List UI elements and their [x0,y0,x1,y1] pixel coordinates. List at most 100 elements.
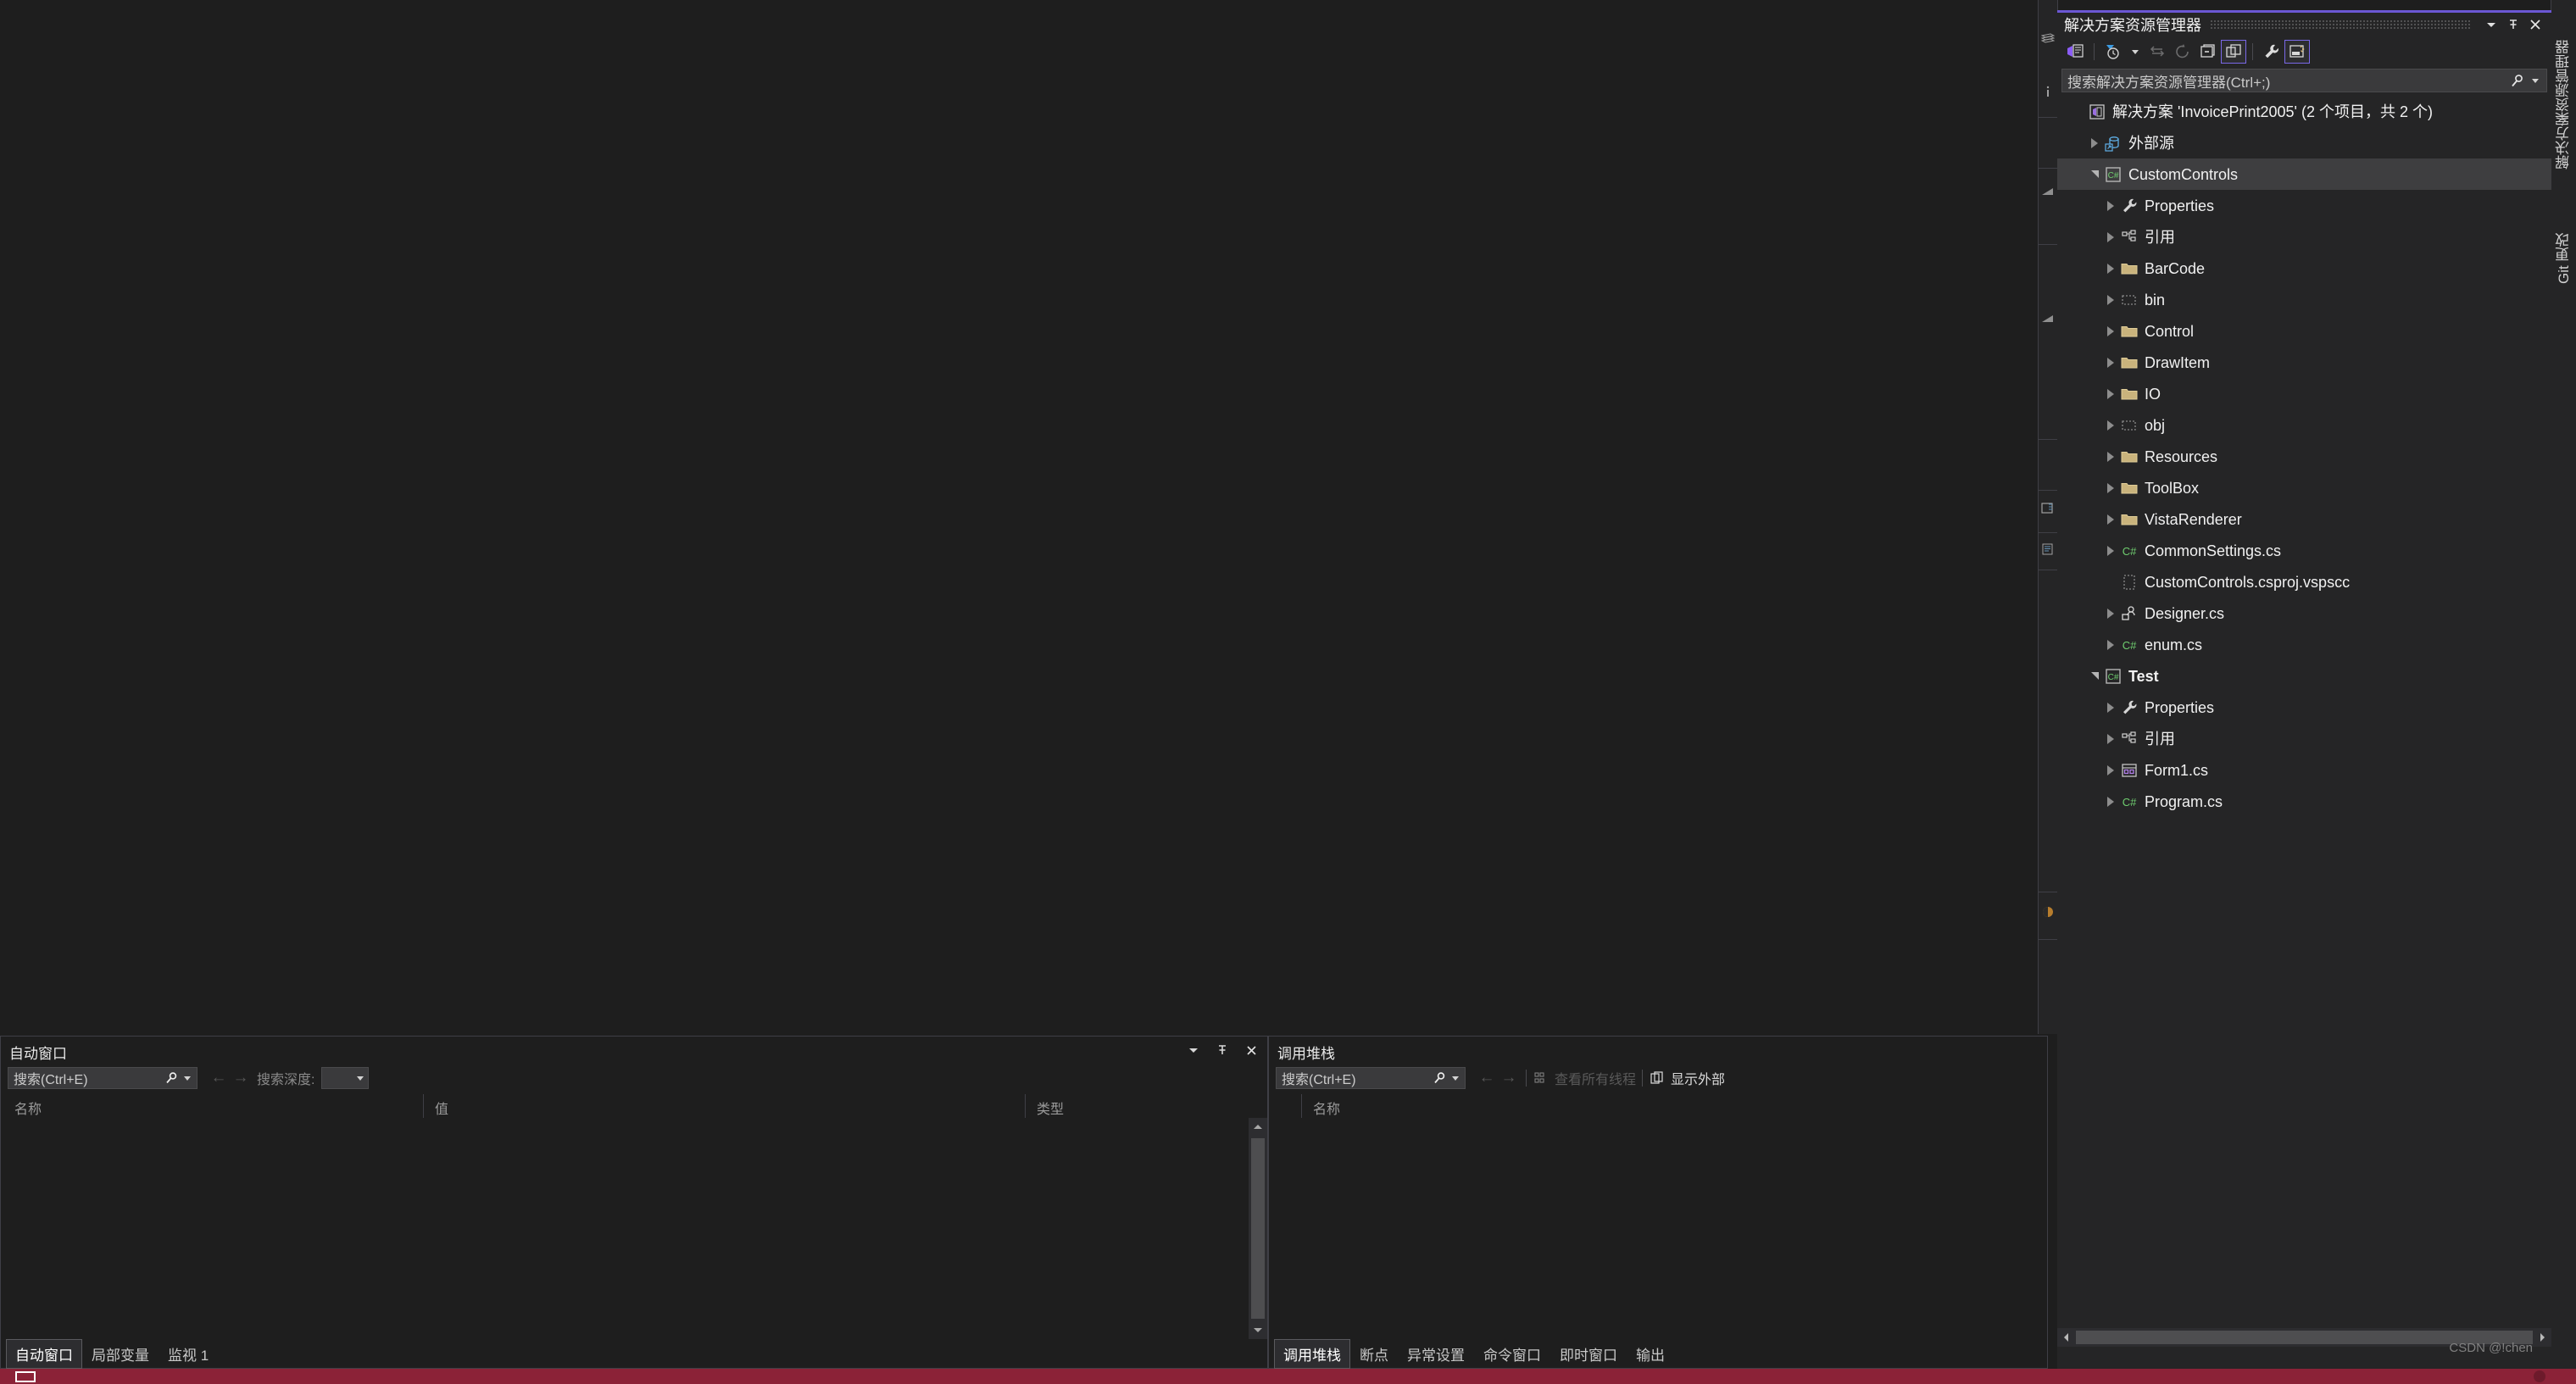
autos-vscroll-thumb[interactable] [1251,1138,1265,1319]
autos-prev-button[interactable]: ← [208,1067,230,1089]
tree-item-enum.cs[interactable]: C# enum.cs [2057,629,2551,660]
autos-vscroll-up-arrow[interactable] [1249,1118,1267,1137]
autos-grid-body[interactable] [1,1118,1267,1339]
tree-item-bin[interactable]: bin [2057,284,2551,315]
collapse-all-button[interactable] [2195,40,2221,64]
search-icon-button[interactable] [2506,70,2528,91]
expander-collapsed-icon[interactable] [2101,284,2120,315]
tree-item-io[interactable]: IO [2057,378,2551,409]
tree-item-barcode[interactable]: BarCode [2057,253,2551,284]
tree-item-designer.cs[interactable]: Designer.cs [2057,598,2551,629]
rail-group-output[interactable] [2039,532,2057,570]
expander-collapsed-icon[interactable] [2101,378,2120,409]
auto-hide-pin-button[interactable] [2502,14,2524,35]
autos-col-type[interactable]: 类型 [1037,1098,1064,1118]
solution-explorer-search-box[interactable]: 搜索解决方案资源管理器(Ctrl+;) [2061,69,2547,92]
autos-vscroll-down-arrow[interactable] [1249,1320,1267,1339]
autos-col-name[interactable]: 名称 [14,1098,42,1118]
autos-colsep-1[interactable] [423,1094,424,1118]
autos-tab-1[interactable]: 局部变量 [82,1339,159,1369]
autos-search-depth-combo[interactable] [321,1067,370,1089]
autos-panel-tabs[interactable]: 自动窗口 局部变量 监视 1 [1,1339,1267,1369]
home-solution-button[interactable] [2062,40,2088,64]
expander-collapsed-icon[interactable] [2101,409,2120,441]
tree-item-[interactable]: 外部源 [2057,127,2551,158]
hscroll-left-arrow[interactable] [2057,1328,2076,1347]
autos-col-value[interactable]: 值 [435,1098,448,1118]
tree-item-control[interactable]: Control [2057,315,2551,347]
expander-collapsed-icon[interactable] [2101,535,2120,566]
refresh-button[interactable] [2170,40,2195,64]
expander-collapsed-icon[interactable] [2101,723,2120,754]
rail-group-6[interactable] [2039,570,2057,892]
expander-expanded-icon[interactable] [2085,660,2104,692]
tree-item-program.cs[interactable]: C# Program.cs [2057,786,2551,817]
expander-collapsed-icon[interactable] [2101,503,2120,535]
autos-tab-0[interactable]: 自动窗口 [6,1339,82,1369]
autos-vscrollbar[interactable] [1249,1118,1267,1339]
callstack-colsep-0[interactable] [1301,1094,1302,1118]
callstack-tab-1[interactable]: 断点 [1350,1339,1398,1369]
tree-item-customcontrols.csproj.vspscc[interactable]: CustomControls.csproj.vspscc [2057,566,2551,598]
callstack-tab-4[interactable]: 即时窗口 [1550,1339,1627,1369]
expander-expanded-icon[interactable] [2085,158,2104,190]
callstack-next-button[interactable]: → [1498,1067,1520,1089]
callstack-search-box[interactable]: 搜索(Ctrl+E) [1276,1067,1466,1089]
callstack-search-dropdown[interactable] [1449,1068,1462,1088]
rail-group-toolbox[interactable] [2039,24,2057,118]
show-all-files-button[interactable] [2221,40,2246,64]
rail-group-properties[interactable] [2039,490,2057,533]
expander-collapsed-icon[interactable] [2101,786,2120,817]
callstack-tab-2[interactable]: 异常设置 [1398,1339,1474,1369]
autos-search-icon-button[interactable] [162,1068,181,1088]
expander-collapsed-icon[interactable] [2101,441,2120,472]
close-window-button[interactable] [2524,14,2546,35]
callstack-grid-body[interactable] [1269,1118,2047,1339]
tree-item-drawitem[interactable]: DrawItem [2057,347,2551,378]
callstack-tab-3[interactable]: 命令窗口 [1474,1339,1550,1369]
filter-dropdown-button[interactable] [2126,40,2145,64]
hscroll-right-arrow[interactable] [2533,1328,2551,1347]
autos-window-menu-button[interactable] [1182,1040,1205,1060]
autos-search-dropdown[interactable] [181,1068,194,1088]
callstack-col-name[interactable]: 名称 [1313,1098,1340,1118]
autos-next-button[interactable]: → [230,1067,252,1089]
window-menu-dropdown-button[interactable] [2480,14,2502,35]
window-drag-grip[interactable] [2210,19,2472,31]
rail-group-7[interactable] [2039,892,2057,940]
autos-colsep-2[interactable] [1025,1094,1026,1118]
rail-group-4[interactable] [2039,244,2057,440]
callstack-search-icon-button[interactable] [1430,1068,1449,1088]
preview-selected-items-button[interactable] [2284,40,2310,64]
rail-group-5[interactable] [2039,439,2057,491]
tree-item-invoiceprint2005-2-2[interactable]: 解决方案 'InvoicePrint2005' (2 个项目，共 2 个) [2057,96,2551,127]
tree-item-test[interactable]: C# Test [2057,660,2551,692]
rail-group-3[interactable] [2039,168,2057,245]
tree-item-vistarenderer[interactable]: VistaRenderer [2057,503,2551,535]
tree-item-form1.cs[interactable]: Form1.cs [2057,754,2551,786]
expander-collapsed-icon[interactable] [2101,221,2120,253]
expander-collapsed-icon[interactable] [2101,692,2120,723]
vtab-solution-explorer[interactable]: 解决方案资源管理器 [2551,14,2576,196]
tree-item-properties[interactable]: Properties [2057,190,2551,221]
expander-collapsed-icon[interactable] [2101,472,2120,503]
expander-collapsed-icon[interactable] [2101,315,2120,347]
autos-close-button[interactable] [1240,1040,1262,1060]
callstack-tab-5[interactable]: 输出 [1627,1339,1674,1369]
tree-item-customcontrols[interactable]: C# CustomControls [2057,158,2551,190]
solution-tree[interactable]: 解决方案 'InvoicePrint2005' (2 个项目，共 2 个) 外部源… [2057,96,2551,1325]
expander-collapsed-icon[interactable] [2101,598,2120,629]
expander-collapsed-icon[interactable] [2101,629,2120,660]
autos-pin-button[interactable] [1211,1040,1233,1060]
expander-collapsed-icon[interactable] [2101,347,2120,378]
expander-collapsed-icon[interactable] [2101,754,2120,786]
callstack-panel-tabs[interactable]: 调用堆栈 断点 异常设置 命令窗口 即时窗口 输出 [1269,1339,2047,1369]
vtab-git-changes[interactable]: Git 更改 [2551,212,2576,305]
search-options-dropdown[interactable] [2528,70,2543,91]
rail-group-2[interactable] [2039,117,2057,169]
callstack-prev-button[interactable]: ← [1476,1067,1498,1089]
tree-item-resources[interactable]: Resources [2057,441,2551,472]
autos-tab-2[interactable]: 监视 1 [159,1339,218,1369]
show-external-code-button[interactable]: 显示外部 [1649,1068,1725,1088]
tree-item-[interactable]: 引用 [2057,221,2551,253]
